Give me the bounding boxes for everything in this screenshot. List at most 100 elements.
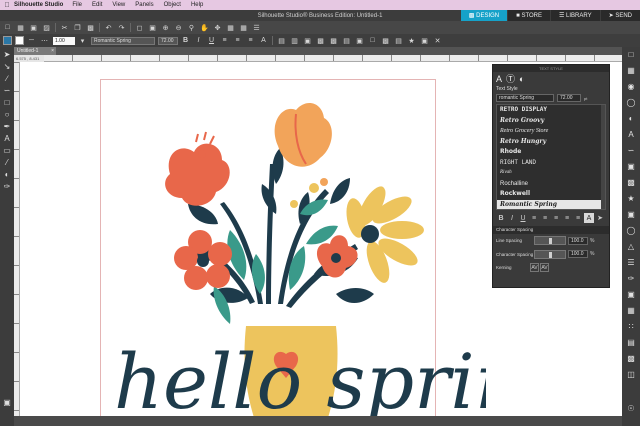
- line-style-icon[interactable]: ─: [27, 36, 36, 45]
- text-style-panel-icon[interactable]: A: [626, 129, 636, 139]
- point-edit-icon[interactable]: ↘: [2, 61, 12, 71]
- horizontal-ruler[interactable]: [14, 55, 622, 62]
- font-library-icon[interactable]: Ⓣ: [506, 72, 515, 85]
- font-list[interactable]: RETRO DISPLAY Retro Groovy Retro Grocery…: [496, 104, 606, 210]
- line-color-swatch[interactable]: [15, 36, 24, 45]
- align-right-icon[interactable]: ≡: [246, 36, 255, 45]
- transform-icon[interactable]: ▩: [626, 177, 636, 187]
- font-list-item-selected[interactable]: Romantic Spring: [497, 199, 605, 209]
- font-list-item[interactable]: Rivah: [497, 168, 605, 179]
- tab-send[interactable]: ➤ SEND: [600, 10, 640, 21]
- open-folder-icon[interactable]: ▦: [16, 23, 25, 32]
- font-list-item[interactable]: RETRO DISPLAY: [497, 105, 605, 116]
- distribute-icon[interactable]: ▥: [290, 36, 299, 45]
- replicate-icon[interactable]: ★: [407, 36, 416, 45]
- line-spacing-value[interactable]: 100.0: [568, 236, 588, 245]
- group-icon[interactable]: ▣: [303, 36, 312, 45]
- align-center-icon[interactable]: ≡: [233, 36, 242, 45]
- ellipse-tool-icon[interactable]: ○: [2, 109, 12, 119]
- eraser-tool-icon[interactable]: ▭: [2, 145, 12, 155]
- font-list-item[interactable]: RIGHT LAND: [497, 158, 605, 169]
- apple-icon[interactable]: : [0, 2, 14, 9]
- trace-icon[interactable]: ▣: [420, 36, 429, 45]
- kerning-decrease-icon[interactable]: AV: [530, 263, 539, 272]
- bold-icon[interactable]: B: [496, 213, 506, 223]
- transparency-icon[interactable]: ◐: [626, 113, 636, 123]
- panel-header[interactable]: TEXT STYLE: [493, 65, 609, 72]
- panel-font-field[interactable]: romantic Spring: [496, 94, 554, 102]
- font-list-item[interactable]: Rochalline: [497, 179, 605, 190]
- select-all-icon[interactable]: ▣: [148, 23, 157, 32]
- text-wrap-icon[interactable]: ▤: [394, 36, 403, 45]
- align-left-icon[interactable]: ≡: [529, 213, 539, 223]
- font-list-item[interactable]: Rhode: [497, 147, 605, 158]
- vertical-text-icon[interactable]: ≡: [573, 213, 583, 223]
- menu-help[interactable]: Help: [191, 2, 203, 8]
- text-style-icon[interactable]: A: [496, 74, 502, 84]
- compound-path-icon[interactable]: ▩: [329, 36, 338, 45]
- line-color-icon[interactable]: ◯: [626, 97, 636, 107]
- text-tool-icon[interactable]: A: [2, 133, 12, 143]
- knife-tool-icon[interactable]: ⁄: [2, 157, 12, 167]
- menu-panels[interactable]: Panels: [135, 2, 153, 8]
- grid-icon[interactable]: ▦: [239, 23, 248, 32]
- document-tab[interactable]: Untitled-1 ×: [14, 47, 56, 55]
- font-list-item[interactable]: Retro Groovy: [497, 116, 605, 127]
- paste-icon[interactable]: ▩: [86, 23, 95, 32]
- menu-app-name[interactable]: Silhouette Studio: [14, 2, 63, 8]
- text-case-icon[interactable]: A: [259, 36, 268, 45]
- font-select[interactable]: Romantic Spring: [91, 36, 155, 45]
- line-style-panel-icon[interactable]: ∽: [626, 145, 636, 155]
- image-effects-icon[interactable]: ▣: [626, 161, 636, 171]
- zoom-select-icon[interactable]: ⚲: [187, 23, 196, 32]
- page-setup-icon[interactable]: □: [626, 49, 636, 59]
- pan-hand-icon[interactable]: ✋: [200, 23, 209, 32]
- align-right-icon[interactable]: ≡: [551, 213, 561, 223]
- trace-panel-icon[interactable]: △: [626, 241, 636, 251]
- menu-edit[interactable]: Edit: [92, 2, 102, 8]
- color-fill-icon[interactable]: ◉: [626, 81, 636, 91]
- zoom-out-icon[interactable]: ⊖: [174, 23, 183, 32]
- new-document-icon[interactable]: □: [3, 23, 12, 32]
- library-panel-icon[interactable]: ▩: [626, 353, 636, 363]
- fill-color-swatch[interactable]: [3, 36, 12, 45]
- italic-icon[interactable]: I: [507, 213, 517, 223]
- font-list-item[interactable]: Retro Grocery Store: [497, 126, 605, 137]
- grid-settings-icon[interactable]: ▦: [626, 65, 636, 75]
- pixscan-icon[interactable]: ▣: [626, 289, 636, 299]
- line-tool-icon[interactable]: ∕: [2, 73, 12, 83]
- bold-icon[interactable]: B: [181, 36, 190, 45]
- rectangle-tool-icon[interactable]: □: [2, 97, 12, 107]
- char-spacing-slider[interactable]: [534, 249, 566, 259]
- offset-panel-icon[interactable]: ◯: [626, 225, 636, 235]
- redo-icon[interactable]: ↷: [117, 23, 126, 32]
- bring-front-icon[interactable]: ▩: [381, 36, 390, 45]
- save-icon[interactable]: ▣: [29, 23, 38, 32]
- nesting-icon[interactable]: ▦: [626, 305, 636, 315]
- rhinestone-icon[interactable]: ∷: [626, 321, 636, 331]
- print-icon[interactable]: ▨: [42, 23, 51, 32]
- underline-icon[interactable]: U: [207, 36, 216, 45]
- eyedropper-icon[interactable]: ✑: [2, 181, 12, 191]
- ungroup-icon[interactable]: ▩: [316, 36, 325, 45]
- tab-store[interactable]: ■ STORE: [508, 10, 550, 21]
- move-arrows-icon[interactable]: ✥: [213, 23, 222, 32]
- fit-page-icon[interactable]: ▦: [226, 23, 235, 32]
- undo-icon[interactable]: ↶: [104, 23, 113, 32]
- curve-tool-icon[interactable]: ∽: [2, 85, 12, 95]
- layers-icon[interactable]: ☰: [252, 23, 261, 32]
- text-direction-icon[interactable]: ➤: [595, 213, 605, 223]
- close-tab-icon[interactable]: ×: [51, 48, 54, 54]
- print-cut-icon[interactable]: ▤: [626, 337, 636, 347]
- align-left-icon[interactable]: ≡: [220, 36, 229, 45]
- align-center-icon[interactable]: ≡: [540, 213, 550, 223]
- select-icon[interactable]: ◻: [135, 23, 144, 32]
- delete-icon[interactable]: ✕: [433, 36, 442, 45]
- tab-library[interactable]: ☰ LIBRARY: [551, 10, 600, 21]
- italic-icon[interactable]: I: [194, 36, 203, 45]
- replicate-panel-icon[interactable]: ★: [626, 193, 636, 203]
- font-list-item[interactable]: Retro Hungry: [497, 137, 605, 148]
- underline-icon[interactable]: U: [518, 213, 528, 223]
- hello-spring-text[interactable]: hello spring: [114, 337, 486, 424]
- copy-icon[interactable]: ❐: [73, 23, 82, 32]
